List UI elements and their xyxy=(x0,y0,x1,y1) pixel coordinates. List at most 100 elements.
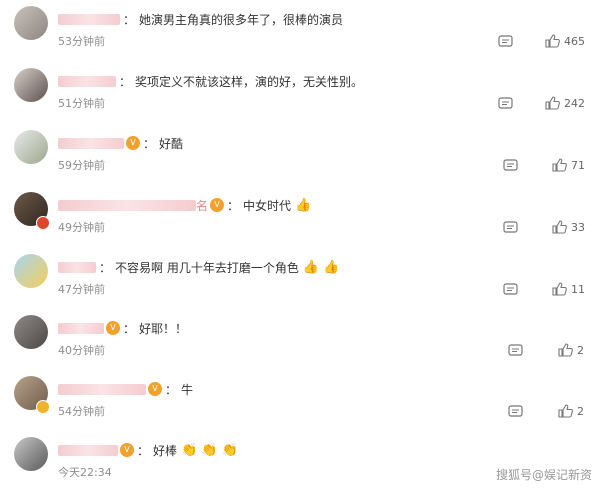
comment-body: V ： 好耶！！ xyxy=(58,319,187,337)
comment-time: 40分钟前 xyxy=(58,344,105,357)
like-button[interactable]: 465 xyxy=(545,33,585,49)
watermark: 搜狐号@娱记新资 xyxy=(495,468,592,482)
user-name[interactable] xyxy=(58,199,196,211)
comment-body: V ： 好酷 xyxy=(58,134,183,152)
reply-button[interactable] xyxy=(498,33,513,49)
comment-item: ： 不容易啊 用几十年去打磨一个角色 👍 👍 47分钟前 11 xyxy=(0,254,600,316)
comment-text: 不容易啊 用几十年去打磨一个角色 xyxy=(115,260,299,275)
comment-colon: ： xyxy=(123,12,136,27)
thumbs-up-icon xyxy=(545,34,560,48)
comment-item: V ： 牛 54分钟前 2 xyxy=(0,376,600,438)
comment-time: 53分钟前 xyxy=(58,35,105,48)
avatar[interactable] xyxy=(14,315,48,349)
reply-button[interactable] xyxy=(503,157,518,173)
thumbs-up-icon xyxy=(558,404,573,418)
reply-button[interactable] xyxy=(503,281,518,297)
like-button[interactable]: 71 xyxy=(552,157,585,173)
like-button[interactable]: 33 xyxy=(552,219,585,235)
clap-emoji: 👏 👏 👏 xyxy=(181,442,238,458)
comment-time: 今天22:34 xyxy=(58,466,112,479)
thumbs-up-icon xyxy=(552,158,567,172)
vip-badge: V xyxy=(106,321,120,335)
comment-icon xyxy=(498,34,513,48)
like-count: 2 xyxy=(577,343,584,357)
comment-text: 奖项定义不就该这样，演的好，无关性别。 xyxy=(135,74,364,89)
comment-time: 49分钟前 xyxy=(58,221,105,234)
like-count: 2 xyxy=(577,404,584,418)
thumbs-up-icon xyxy=(545,96,560,110)
avatar[interactable] xyxy=(14,437,48,471)
comment-text: 中女时代 xyxy=(243,198,292,213)
thumbs-up-emoji: 👍 xyxy=(295,197,312,213)
comment-colon: ： xyxy=(123,321,136,336)
vip-badge: V xyxy=(126,136,140,150)
comment-item: ： 奖项定义不就该这样，演的好，无关性别。 51分钟前 242 xyxy=(0,68,600,130)
vip-badge: V xyxy=(148,382,162,396)
like-button[interactable]: 242 xyxy=(545,95,585,111)
comment-icon xyxy=(503,158,518,172)
comment-item: ： 她演男主角真的很多年了，很棒的演员 53分钟前 465 xyxy=(0,6,600,68)
comment-text: 牛 xyxy=(181,382,194,397)
reply-button[interactable] xyxy=(508,403,523,419)
comment-colon: ： xyxy=(119,74,132,89)
comment-text: 好棒 xyxy=(153,443,178,458)
verified-badge xyxy=(36,216,50,230)
user-name[interactable] xyxy=(58,444,118,456)
like-count: 11 xyxy=(571,282,585,296)
comment-icon xyxy=(508,404,523,418)
like-button[interactable]: 2 xyxy=(558,342,584,358)
user-name[interactable] xyxy=(58,75,116,87)
comment-text: 她演男主角真的很多年了，很棒的演员 xyxy=(139,12,344,27)
verified-badge xyxy=(36,400,50,414)
thumbs-up-emoji: 👍 👍 xyxy=(302,259,340,275)
like-count: 465 xyxy=(564,34,585,48)
thumbs-up-icon xyxy=(558,343,573,357)
user-name[interactable] xyxy=(58,13,120,25)
thumbs-up-icon xyxy=(552,220,567,234)
reply-button[interactable] xyxy=(498,95,513,111)
reply-button[interactable] xyxy=(503,219,518,235)
comment-time: 47分钟前 xyxy=(58,283,105,296)
comment-item: V ： 好酷 59分钟前 71 xyxy=(0,130,600,192)
comment-body: ： 不容易啊 用几十年去打磨一个角色 👍 👍 xyxy=(58,258,339,276)
comment-item: V ： 好耶！！ 40分钟前 2 xyxy=(0,315,600,377)
comment-icon xyxy=(498,96,513,110)
avatar[interactable] xyxy=(14,68,48,102)
vip-badge: V xyxy=(210,198,225,212)
comment-time: 51分钟前 xyxy=(58,97,105,110)
vip-badge: V xyxy=(120,443,134,457)
comment-body: V ： 好棒 👏 👏 👏 xyxy=(58,441,238,459)
avatar[interactable] xyxy=(14,130,48,164)
like-count: 242 xyxy=(564,96,585,110)
comment-body: ： 她演男主角真的很多年了，很棒的演员 xyxy=(58,10,343,28)
comment-icon xyxy=(503,220,518,234)
comment-icon xyxy=(508,343,523,357)
name-suffix: 名 xyxy=(196,198,209,213)
thumbs-up-icon xyxy=(552,282,567,296)
comment-colon: ： xyxy=(137,443,150,458)
comment-icon xyxy=(503,282,518,296)
reply-button[interactable] xyxy=(508,342,523,358)
like-count: 71 xyxy=(571,158,585,172)
avatar[interactable] xyxy=(14,6,48,40)
comment-body: V ： 牛 xyxy=(58,380,193,398)
like-button[interactable]: 11 xyxy=(552,281,585,297)
comment-time: 59分钟前 xyxy=(58,159,105,172)
comment-colon: ： xyxy=(227,198,240,213)
avatar[interactable] xyxy=(14,254,48,288)
like-count: 33 xyxy=(571,220,585,234)
comment-colon: ： xyxy=(99,260,112,275)
comment-colon: ： xyxy=(165,382,178,397)
like-button[interactable]: 2 xyxy=(558,403,584,419)
comment-text: 好酷 xyxy=(159,136,184,151)
user-name[interactable] xyxy=(58,383,146,395)
comment-body: 名 V ： 中女时代 👍 xyxy=(58,196,311,214)
comment-item: 名 V ： 中女时代 👍 49分钟前 33 xyxy=(0,192,600,254)
comment-text: 好耶！！ xyxy=(139,321,188,336)
user-name[interactable] xyxy=(58,137,124,149)
user-name[interactable] xyxy=(58,261,96,273)
user-name[interactable] xyxy=(58,322,104,334)
comment-body: ： 奖项定义不就该这样，演的好，无关性别。 xyxy=(58,72,363,90)
comment-time: 54分钟前 xyxy=(58,405,105,418)
comment-colon: ： xyxy=(143,136,156,151)
